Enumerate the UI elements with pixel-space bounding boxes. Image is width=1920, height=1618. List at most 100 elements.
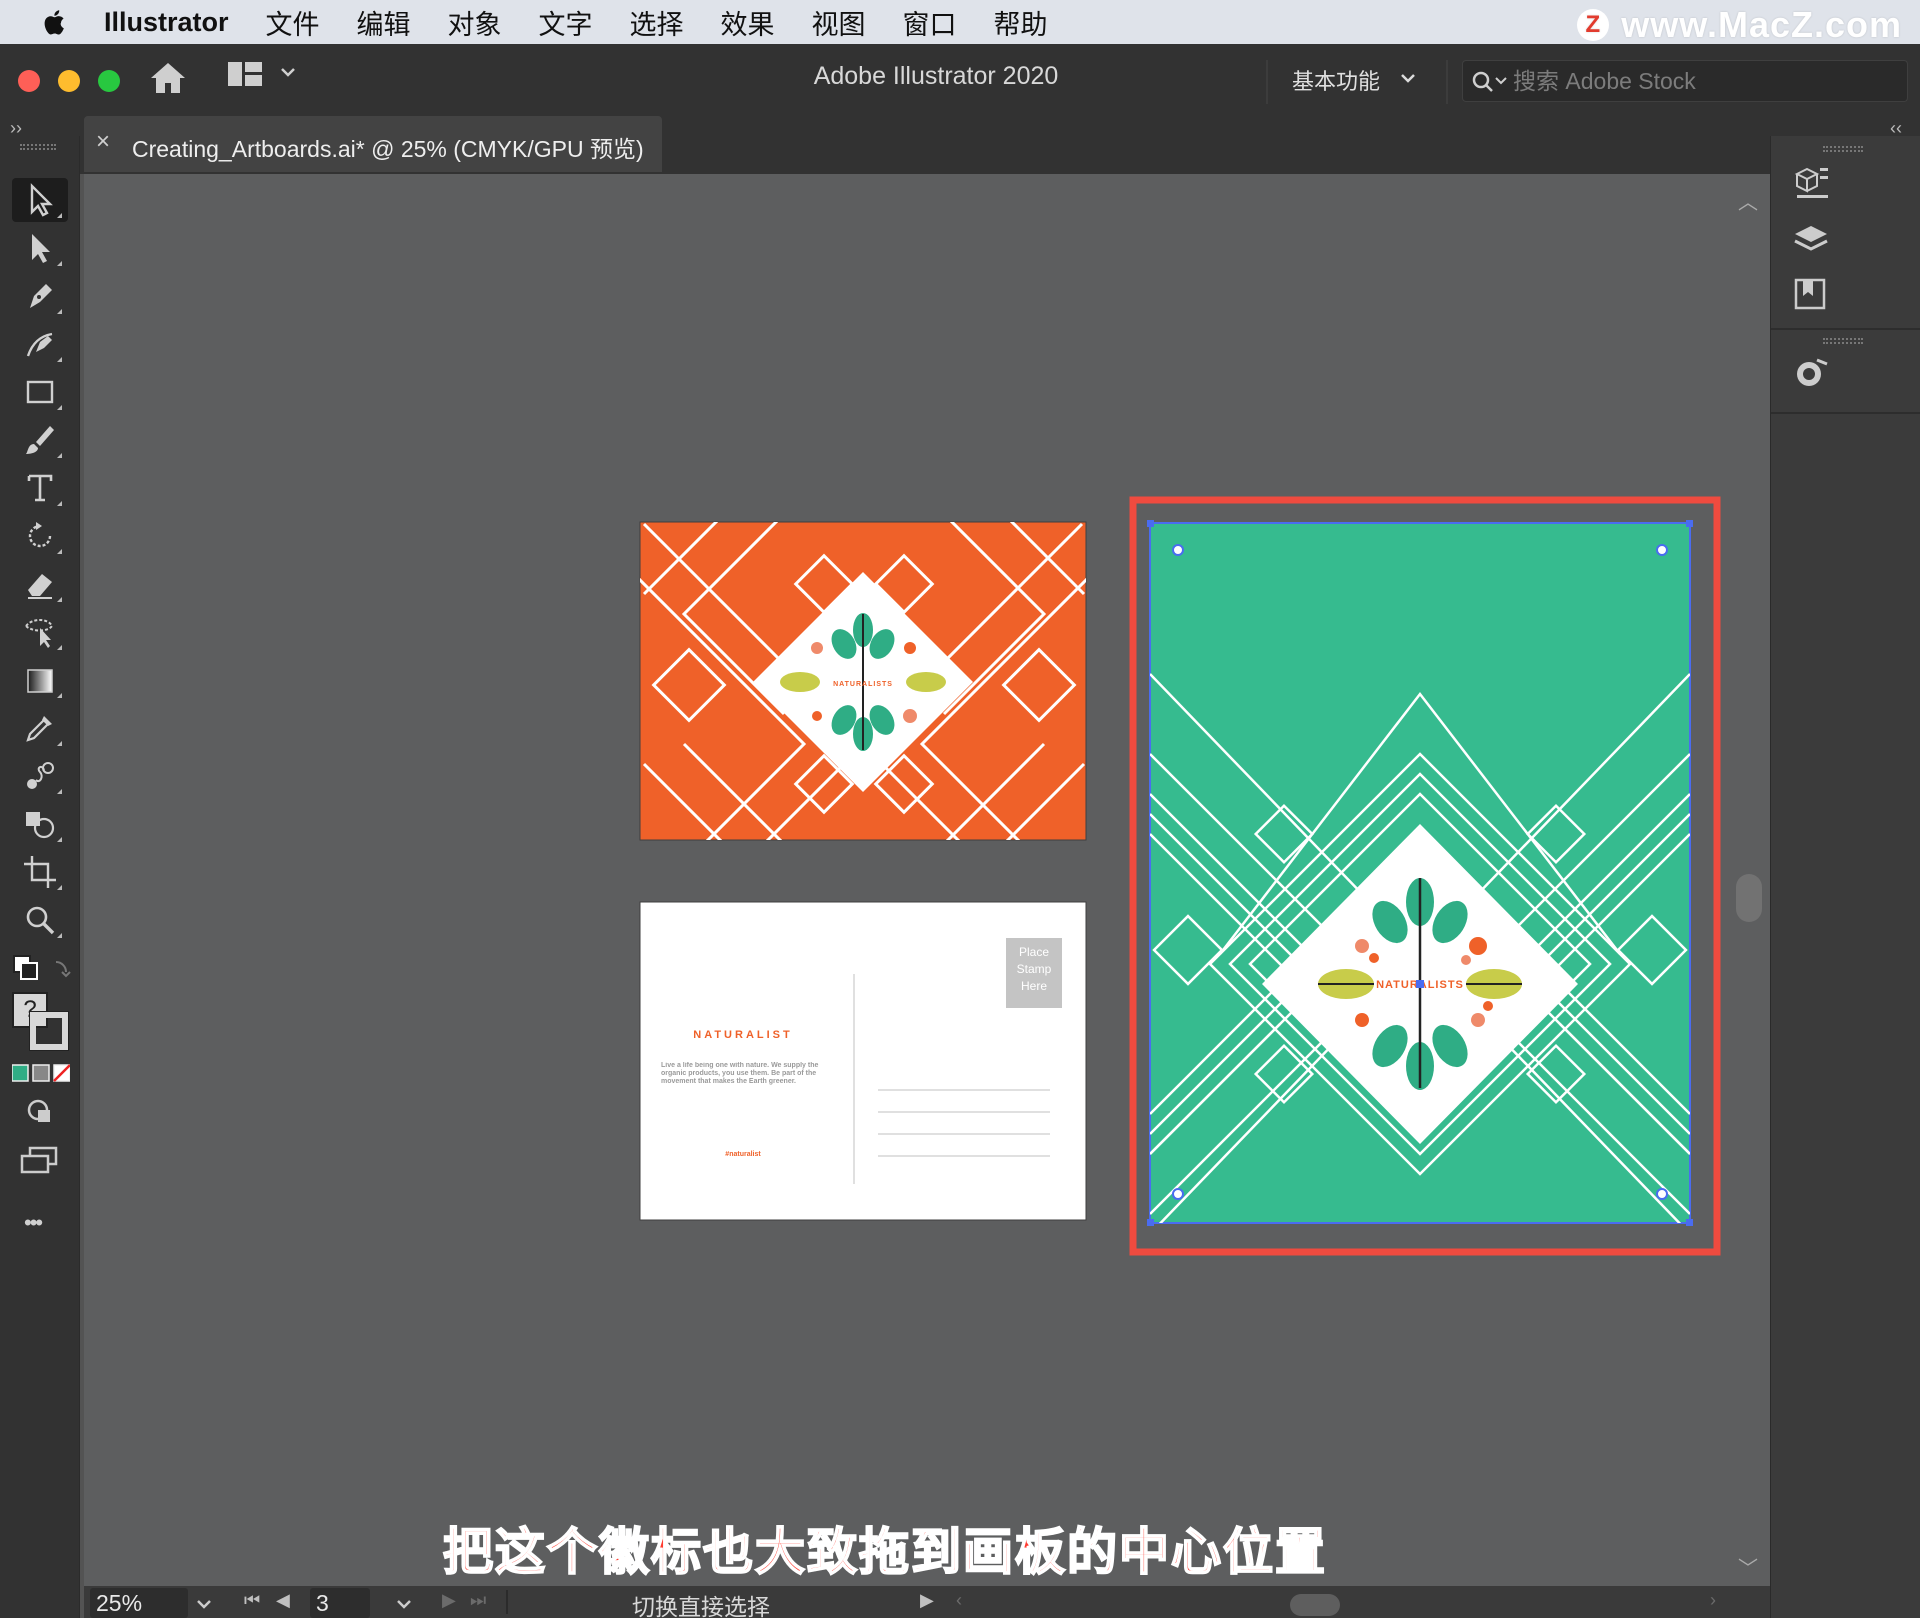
selection-handle[interactable] (1686, 520, 1693, 527)
panel-grip[interactable] (1823, 146, 1863, 152)
draw-mode-icon[interactable] (26, 1098, 54, 1124)
menu-object[interactable]: 对象 (448, 3, 502, 42)
tool-group-indicator (57, 213, 62, 218)
menu-effect[interactable]: 效果 (721, 3, 775, 42)
paintbrush-tool-icon (26, 426, 54, 454)
chevron-down-icon[interactable] (196, 1598, 212, 1610)
adobe-stock-search[interactable] (1462, 60, 1908, 102)
status-message[interactable]: 切换直接选择 (632, 1588, 770, 1618)
panel-grip[interactable] (20, 144, 56, 150)
selection-handle[interactable] (1147, 520, 1154, 527)
stamp-line-3: Here (1021, 979, 1047, 993)
macos-menu-bar: Illustrator 文件 编辑 对象 文字 选择 效果 视图 窗口 帮助 Z… (0, 0, 1920, 46)
scroll-thumb[interactable] (1736, 874, 1762, 922)
center-point-handle[interactable] (1416, 980, 1424, 988)
watermark: Z www.MacZ.com (1577, 4, 1902, 46)
pen-tool-button[interactable] (12, 274, 68, 318)
last-artboard-icon[interactable]: ⏭ (470, 1590, 486, 1611)
puppet-warp-tool-icon (25, 619, 54, 648)
zoom-level-field[interactable]: 25% (90, 1588, 188, 1618)
artboard-tool-button[interactable] (12, 850, 68, 894)
menu-type[interactable]: 文字 (539, 3, 593, 42)
eraser-tool-icon (28, 574, 52, 599)
first-artboard-icon[interactable]: ⏮ (244, 1590, 260, 1611)
menu-select[interactable]: 选择 (630, 3, 684, 42)
divider (1771, 412, 1920, 414)
document-tab[interactable]: × Creating_Artboards.ai* @ 25% (CMYK/GPU… (84, 116, 662, 172)
menu-window[interactable]: 窗口 (903, 3, 957, 42)
corner-widget[interactable] (1172, 544, 1184, 556)
stamp-line-1: Place (1019, 945, 1049, 959)
corner-widget[interactable] (1656, 544, 1668, 556)
selection-handle[interactable] (1147, 1219, 1154, 1226)
menu-edit[interactable]: 编辑 (357, 3, 411, 42)
panel-grip[interactable] (1823, 338, 1863, 344)
rectangle-tool-button[interactable] (12, 370, 68, 414)
color-guide-icon[interactable] (1791, 354, 1831, 394)
tool-group-indicator (57, 693, 62, 698)
default-fill-stroke-icon[interactable] (12, 954, 72, 988)
search-input[interactable] (1513, 67, 1893, 95)
curvature-tool-button[interactable] (12, 322, 68, 366)
selection-tool-button[interactable] (12, 178, 68, 222)
menu-help[interactable]: 帮助 (994, 3, 1048, 42)
corner-widget[interactable] (1656, 1188, 1668, 1200)
back-body-text: Live a life being one with nature. We su… (661, 1062, 819, 1085)
close-tab-button[interactable]: × (96, 128, 110, 156)
zoom-tool-button[interactable] (12, 898, 68, 942)
blend-tool-button[interactable] (12, 754, 68, 798)
tool-group-indicator (57, 405, 62, 410)
scroll-right-icon[interactable]: › (1710, 1590, 1716, 1611)
vertical-scrollbar[interactable]: ︿ ﹀ (1726, 174, 1770, 1586)
tool-group-indicator (57, 357, 62, 362)
divider (1771, 328, 1920, 330)
workspace-switcher[interactable]: 基本功能 (1292, 64, 1380, 96)
menu-app-name[interactable]: Illustrator (104, 7, 229, 38)
video-subtitle: 把这个徽标也大致拖到画板的中心位置 (442, 1523, 1327, 1581)
tool-group-indicator (57, 789, 62, 794)
direct-selection-tool-button[interactable] (12, 226, 68, 270)
stroke-swatch[interactable] (29, 1011, 69, 1051)
zoom-tool-icon (26, 906, 55, 935)
tool-group-indicator (57, 645, 62, 650)
chevron-down-icon[interactable] (1400, 72, 1416, 84)
paintbrush-tool-button[interactable] (12, 418, 68, 462)
layers-panel-icon[interactable] (1791, 220, 1831, 260)
canvas-area[interactable]: NATURALISTS Place Stamp Here NATURALIST … (84, 174, 1748, 1586)
horizontal-scroll-thumb[interactable] (1290, 1594, 1340, 1616)
eyedropper-tool-button[interactable] (12, 706, 68, 750)
artboard-number-field[interactable]: 3 (310, 1588, 370, 1618)
puppet-warp-tool-button[interactable] (12, 610, 68, 654)
scroll-up-icon[interactable]: ︿ (1738, 186, 1758, 215)
libraries-panel-icon[interactable] (1791, 274, 1831, 314)
properties-panel-icon[interactable] (1791, 162, 1831, 202)
scroll-left-icon[interactable]: ‹ (956, 1590, 962, 1611)
apple-icon[interactable] (40, 7, 70, 37)
color-mode-icons[interactable] (12, 1064, 70, 1082)
rotate-tool-button[interactable] (12, 514, 68, 558)
blend-tool-icon (27, 762, 54, 789)
tool-group-indicator (57, 885, 62, 890)
shape-builder-tool-button[interactable] (12, 802, 68, 846)
artboard-postcard-back[interactable]: Place Stamp Here NATURALIST Live a life … (639, 901, 1087, 1221)
document-tab-title[interactable]: Creating_Artboards.ai* @ 25% (CMYK/GPU 预… (132, 130, 644, 164)
status-menu-arrow-icon[interactable]: ▶ (920, 1590, 934, 1611)
screen-mode-icon[interactable] (20, 1146, 60, 1176)
corner-widget[interactable] (1172, 1188, 1184, 1200)
artboards-svg[interactable]: NATURALISTS Place Stamp Here NATURALIST … (84, 174, 1748, 1586)
gradient-tool-button[interactable] (12, 658, 68, 702)
menu-view[interactable]: 视图 (812, 3, 866, 42)
watermark-logo: Z (1577, 9, 1610, 41)
selection-handle[interactable] (1686, 1219, 1693, 1226)
eraser-tool-button[interactable] (12, 562, 68, 606)
previous-artboard-icon[interactable]: ◀ (276, 1590, 290, 1611)
more-tools-button[interactable]: ••• (24, 1210, 43, 1236)
type-tool-button[interactable] (12, 466, 68, 510)
next-artboard-icon[interactable]: ▶ (442, 1590, 456, 1611)
artboard-poster[interactable]: NATURALISTS (1129, 496, 1721, 1256)
artboard-postcard-front[interactable]: NATURALISTS (584, 514, 1142, 964)
menu-file[interactable]: 文件 (266, 3, 320, 42)
curvature-tool-icon (26, 332, 53, 357)
chevron-down-icon[interactable] (396, 1598, 412, 1610)
tool-group-indicator (57, 501, 62, 506)
